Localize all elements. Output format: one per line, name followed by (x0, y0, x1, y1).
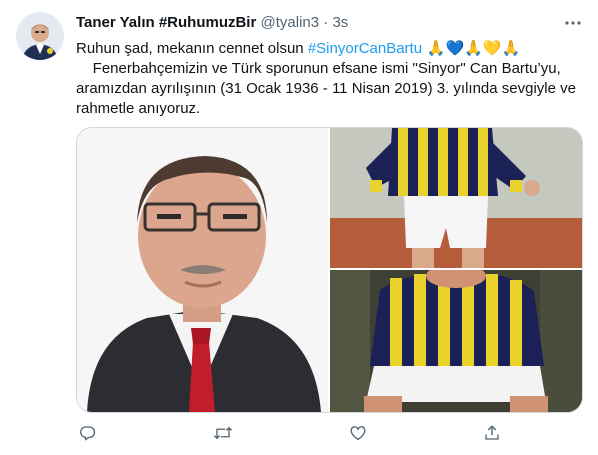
retweet-icon (213, 426, 233, 440)
tweet-actions (76, 422, 506, 444)
like-icon (350, 426, 366, 441)
more-horizontal-icon (565, 21, 581, 25)
tweet-time[interactable]: 3s (332, 14, 348, 31)
media-photo-jersey-top[interactable] (330, 128, 582, 268)
share-button[interactable] (481, 422, 503, 444)
tweet-text: Ruhun şad, mekanın cennet olsun #SinyorC… (76, 38, 576, 119)
like-button[interactable] (347, 422, 369, 444)
media-grid (76, 127, 583, 413)
emoji-sequence: 🙏💙🙏💛🙏 (422, 39, 521, 57)
separator-dot: · (323, 14, 329, 31)
avatar-image (16, 12, 64, 60)
tweet-text-intro: Ruhun şad, mekanın cennet olsun (76, 40, 308, 57)
tweet-header: Taner Yalın #RuhumuzBir @tyalin3 · 3s (76, 13, 348, 33)
user-handle[interactable]: @tyalin3 (261, 14, 320, 31)
avatar[interactable] (16, 12, 64, 60)
reply-button[interactable] (76, 422, 98, 444)
media-photo-jersey-bottom[interactable] (330, 270, 582, 412)
tweet-text-line-1: Ruhun şad, mekanın cennet olsun #SinyorC… (76, 38, 576, 59)
reply-icon (80, 426, 96, 441)
hashtag-link[interactable]: #SinyorCanBartu (308, 40, 422, 57)
display-name[interactable]: Taner Yalın #RuhumuzBir (76, 14, 256, 31)
retweet-button[interactable] (212, 422, 234, 444)
share-icon (485, 425, 499, 440)
more-options-button[interactable] (562, 12, 584, 34)
tweet-text-body: Fenerbahçemizin ve Türk sporunun efsane … (76, 60, 581, 117)
media-photo-portrait[interactable] (77, 128, 328, 412)
